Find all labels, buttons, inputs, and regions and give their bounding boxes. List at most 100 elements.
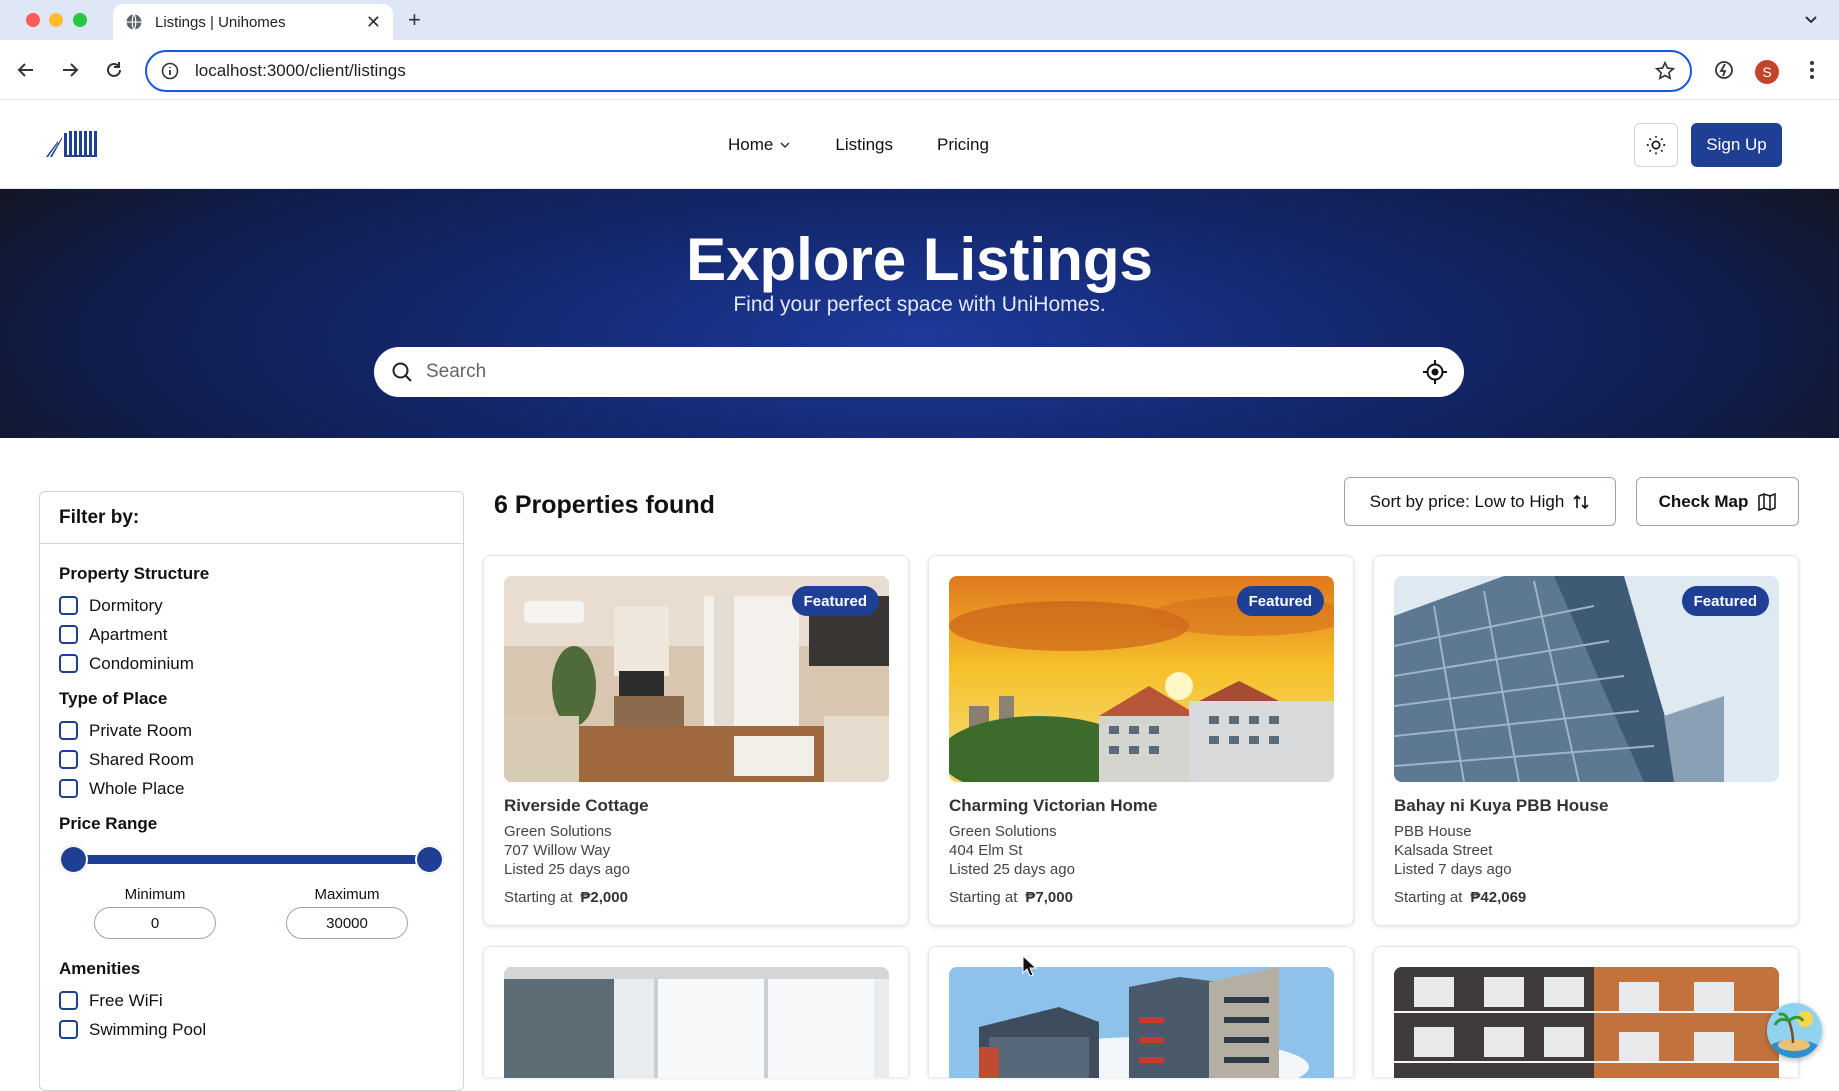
page-title: Explore Listings [686, 226, 1153, 293]
check-map-label: Check Map [1658, 491, 1749, 511]
sign-up-button[interactable]: Sign Up [1691, 123, 1782, 167]
profile-avatar[interactable]: S [1755, 60, 1779, 84]
check-map-button[interactable]: Check Map [1636, 477, 1799, 526]
reload-button[interactable] [102, 58, 126, 82]
tab-search-button[interactable] [1797, 8, 1825, 32]
featured-badge: Featured [791, 586, 879, 616]
bookmark-star-icon[interactable] [1654, 60, 1676, 82]
address-bar[interactable]: localhost:3000/client/listings [145, 50, 1692, 92]
filter-option-private-room[interactable]: Private Room [59, 716, 444, 745]
listing-photo[interactable] [1394, 967, 1779, 1078]
filter-option-free-wifi[interactable]: Free WiFi [59, 986, 444, 1015]
url-text: localhost:3000/client/listings [195, 61, 406, 80]
listing-price: ₱7,000 [1025, 889, 1073, 906]
checkbox[interactable] [59, 721, 78, 740]
slider-track[interactable] [71, 855, 432, 864]
listing-address: 707 Willow Way [504, 842, 611, 859]
checkbox[interactable] [59, 654, 78, 673]
sort-button[interactable]: Sort by price: Low to High [1344, 477, 1616, 526]
more-vertical-icon [1810, 61, 1814, 79]
extension-icon [1715, 61, 1733, 79]
filter-option-swimming-pool[interactable]: Swimming Pool [59, 1015, 444, 1044]
price-range-inputs: Minimum 0 Maximum 30000 [59, 886, 444, 939]
listing-date: Listed 25 days ago [504, 861, 630, 878]
listing-date: Listed 25 days ago [949, 861, 1075, 878]
listing-name[interactable]: Charming Victorian Home [949, 796, 1157, 816]
min-price-input[interactable]: 0 [94, 907, 216, 939]
listing-photo[interactable]: Featured [504, 576, 889, 782]
nav-listings[interactable]: Listings [835, 135, 893, 155]
forward-button[interactable] [58, 58, 82, 82]
price-range-slider[interactable] [59, 844, 444, 874]
listing-price-row: Starting at ₱2,000 [504, 889, 649, 906]
price-range-title: Price Range [59, 814, 158, 833]
type-of-place-title: Type of Place [59, 689, 168, 708]
slider-max-handle[interactable] [415, 845, 444, 874]
arrow-left-icon [17, 63, 33, 77]
filter-option-dormitory[interactable]: Dormitory [59, 591, 444, 620]
nav-listings-label: Listings [835, 135, 893, 154]
listing-card[interactable] [1373, 946, 1799, 1078]
close-window-button[interactable] [26, 13, 40, 27]
listing-name[interactable]: Riverside Cottage [504, 796, 649, 816]
chat-widget-button[interactable] [1767, 1003, 1822, 1058]
price-prefix: Starting at [1394, 889, 1463, 906]
search-input[interactable] [426, 361, 1422, 383]
listing-photo[interactable] [949, 967, 1334, 1078]
locate-icon[interactable] [1422, 359, 1448, 385]
listing-date: Listed 7 days ago [1394, 861, 1512, 878]
map-icon [1758, 492, 1777, 511]
listing-card[interactable]: Featured Bahay ni Kuya PBB House PBB Hou… [1373, 555, 1799, 926]
filter-option-whole-place[interactable]: Whole Place [59, 774, 444, 803]
theme-toggle-button[interactable] [1634, 123, 1678, 167]
listing-card[interactable]: Featured Riverside Cottage Green Solutio… [483, 555, 909, 926]
extension-button[interactable] [1712, 58, 1736, 82]
listing-name[interactable]: Bahay ni Kuya PBB House [1394, 796, 1608, 816]
hero-banner: Explore Listings Find your perfect space… [0, 189, 1839, 438]
sort-label: Sort by price: Low to High [1369, 491, 1565, 511]
checkbox[interactable] [59, 750, 78, 769]
sun-icon [1646, 135, 1666, 155]
filter-heading: Filter by: [40, 492, 463, 544]
checkbox[interactable] [59, 991, 78, 1010]
amenities-title: Amenities [59, 959, 141, 978]
listing-card[interactable] [928, 946, 1354, 1078]
nav-pricing[interactable]: Pricing [937, 135, 989, 155]
listing-card[interactable] [483, 946, 909, 1078]
filter-option-label: Private Room [89, 720, 192, 740]
filter-panel: Filter by: Property Structure Dormitory … [39, 491, 464, 1091]
new-tab-button[interactable]: + [408, 7, 421, 33]
filter-option-shared-room[interactable]: Shared Room [59, 745, 444, 774]
listing-card[interactable]: Featured Charming Victorian Home Green S… [928, 555, 1354, 926]
close-tab-icon[interactable]: ✕ [366, 12, 381, 33]
browser-tab[interactable]: Listings | Unihomes ✕ [113, 4, 393, 40]
featured-badge: Featured [1236, 586, 1324, 616]
checkbox[interactable] [59, 1020, 78, 1039]
info-icon[interactable] [161, 62, 179, 80]
checkbox[interactable] [59, 596, 78, 615]
featured-badge: Featured [1681, 586, 1769, 616]
max-price-input[interactable]: 30000 [286, 907, 408, 939]
slider-min-handle[interactable] [59, 845, 88, 874]
apartment-blocks-image [949, 967, 1334, 1078]
nav-home[interactable]: Home [728, 135, 791, 155]
unihomes-logo[interactable] [44, 127, 100, 159]
browser-menu-button[interactable] [1800, 58, 1824, 82]
price-prefix: Starting at [504, 889, 573, 906]
filter-option-apartment[interactable]: Apartment [59, 620, 444, 649]
listing-photo[interactable]: Featured [949, 576, 1334, 782]
listing-photo[interactable] [504, 967, 889, 1078]
sort-arrows-icon [1573, 494, 1589, 509]
maximize-window-button[interactable] [73, 13, 87, 27]
checkbox[interactable] [59, 779, 78, 798]
checkbox[interactable] [59, 625, 78, 644]
price-prefix: Starting at [949, 889, 1018, 906]
minimize-window-button[interactable] [49, 13, 63, 27]
filter-option-condominium[interactable]: Condominium [59, 649, 444, 678]
listing-photo[interactable]: Featured [1394, 576, 1779, 782]
back-button[interactable] [14, 58, 38, 82]
island-icon [1767, 1003, 1822, 1058]
results-count: 6 Properties found [494, 491, 715, 519]
chevron-down-icon [780, 142, 790, 149]
listing-address: 404 Elm St [949, 842, 1023, 859]
